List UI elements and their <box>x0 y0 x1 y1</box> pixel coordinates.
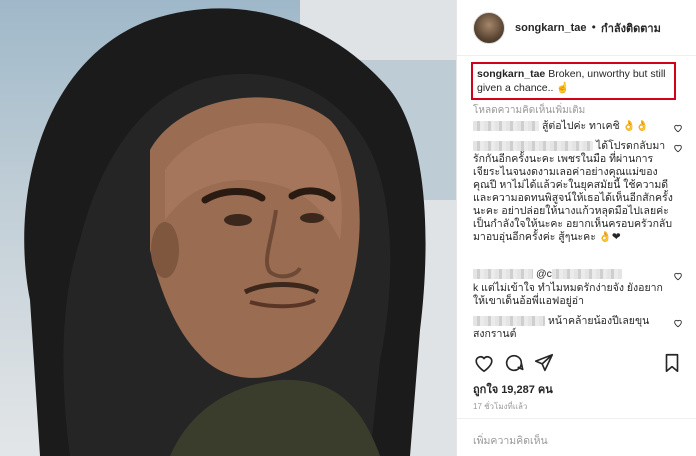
comment-item: @c <box>473 268 673 281</box>
comment-like-icon[interactable] <box>673 123 683 133</box>
comment-mention[interactable]: @c <box>536 268 552 280</box>
comment-text: สู้ต่อไปค่ะ ทาเคชิ 👌👌 <box>542 120 649 132</box>
redacted-username <box>473 141 593 152</box>
comment-text: k แต่ไม่เข้าใจ ทำไมหมดรักง่ายจัง ยังอยาก… <box>473 282 663 307</box>
comment-like-icon[interactable] <box>673 143 683 153</box>
redacted-mention <box>551 269 622 280</box>
like-count[interactable]: ถูกใจ 19,287 คน <box>473 380 553 398</box>
avatar[interactable] <box>473 11 505 44</box>
post-photo-illustration <box>24 0 456 456</box>
post-photo <box>0 0 456 456</box>
post-side-panel: songkarn_tae • กำลังติดตาม songkarn_tae … <box>456 0 696 456</box>
post-header: songkarn_tae • กำลังติดตาม <box>457 0 696 56</box>
share-icon[interactable] <box>533 352 555 374</box>
load-more-comments-link[interactable]: โหลดความคิดเห็นเพิ่มเติม <box>473 103 585 118</box>
post-timestamp[interactable]: 17 ชั่วโมงที่แล้ว <box>473 400 527 413</box>
comment-text: ได้โปรดกลับมารักกันอีกครั้งนะคะ เพชรในมื… <box>473 140 673 243</box>
post-action-bar <box>473 352 683 376</box>
comment-item: สู้ต่อไปค่ะ ทาเคชิ 👌👌 <box>473 120 673 133</box>
comment-item: หน้าคล้ายน้องปีเลยขุนสงกรานต์ <box>473 315 673 341</box>
comment-like-icon[interactable] <box>673 271 683 281</box>
follow-status-button[interactable]: กำลังติดตาม <box>601 19 661 37</box>
redacted-username <box>473 121 539 132</box>
comment-item: k แต่ไม่เข้าใจ ทำไมหมดรักง่ายจัง ยังอยาก… <box>473 282 673 308</box>
heart-icon[interactable] <box>473 352 495 374</box>
comment-item: ได้โปรดกลับมารักกันอีกครั้งนะคะ เพชรในมื… <box>473 140 673 244</box>
header-separator: • <box>590 21 598 34</box>
bookmark-icon[interactable] <box>661 352 683 374</box>
redacted-username <box>473 269 533 280</box>
header-username[interactable]: songkarn_tae <box>515 22 587 34</box>
caption-emoji: ☝ <box>556 82 570 94</box>
comment-icon[interactable] <box>503 352 525 374</box>
caption-highlight: songkarn_tae Broken, unworthy but still … <box>471 62 676 100</box>
add-comment-input[interactable]: เพิ่มความคิดเห็น <box>473 432 548 449</box>
divider <box>457 418 696 419</box>
redacted-username <box>473 316 545 327</box>
comment-like-icon[interactable] <box>673 318 683 328</box>
caption-username[interactable]: songkarn_tae <box>477 68 545 80</box>
